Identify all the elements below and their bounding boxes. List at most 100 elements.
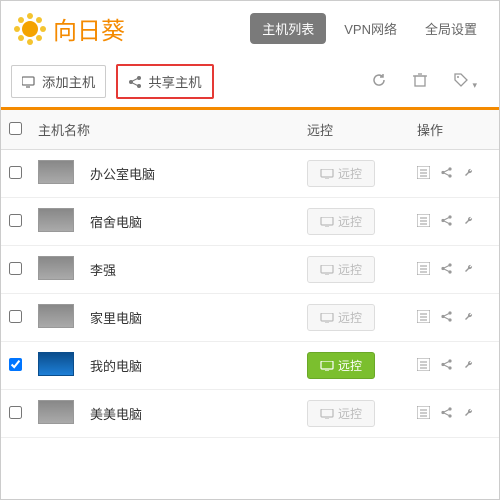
row-checkbox[interactable] xyxy=(9,166,22,179)
table-row: 美美电脑 远控 xyxy=(1,390,499,438)
row-checkbox[interactable] xyxy=(9,406,22,419)
share-button[interactable] xyxy=(440,358,453,374)
wrench-icon xyxy=(463,166,476,179)
share-icon xyxy=(440,214,453,227)
table-row: 宿舍电脑 远控 xyxy=(1,198,499,246)
tag-icon xyxy=(453,72,469,88)
app-header: 向日葵 主机列表 VPN网络 全局设置 xyxy=(1,1,499,56)
settings-button[interactable] xyxy=(463,310,476,326)
share-icon xyxy=(440,310,453,323)
host-name[interactable]: 家里电脑 xyxy=(82,294,299,342)
remote-control-button[interactable]: 远控 xyxy=(307,256,375,283)
row-ops xyxy=(417,310,491,326)
monitor-icon xyxy=(320,313,334,323)
add-host-button[interactable]: 添加主机 xyxy=(11,65,106,98)
detail-button[interactable] xyxy=(417,166,430,182)
monitor-plus-icon xyxy=(22,76,36,88)
host-thumbnail[interactable] xyxy=(38,208,74,232)
share-button[interactable] xyxy=(440,166,453,182)
list-icon xyxy=(417,262,430,275)
remote-control-button[interactable]: 远控 xyxy=(307,400,375,427)
row-checkbox[interactable] xyxy=(9,214,22,227)
app-logo: 向日葵 xyxy=(13,11,242,46)
host-thumbnail[interactable] xyxy=(38,352,74,376)
wrench-icon xyxy=(463,358,476,371)
settings-button[interactable] xyxy=(463,262,476,278)
tab-hosts[interactable]: 主机列表 xyxy=(250,13,326,44)
share-button[interactable] xyxy=(440,262,453,278)
settings-button[interactable] xyxy=(463,406,476,422)
refresh-icon xyxy=(371,72,387,88)
toolbar-right: ▾ xyxy=(367,68,489,95)
delete-button[interactable] xyxy=(409,68,431,95)
monitor-icon xyxy=(320,217,334,227)
row-checkbox[interactable] xyxy=(9,310,22,323)
host-thumbnail[interactable] xyxy=(38,304,74,328)
host-name[interactable]: 办公室电脑 xyxy=(82,150,299,198)
list-icon xyxy=(417,310,430,323)
col-ops: 操作 xyxy=(409,110,499,150)
host-name[interactable]: 宿舍电脑 xyxy=(82,198,299,246)
app-name: 向日葵 xyxy=(53,11,125,46)
remote-control-button[interactable]: 远控 xyxy=(307,160,375,187)
remote-label: 远控 xyxy=(338,165,362,182)
remote-control-button[interactable]: 远控 xyxy=(307,208,375,235)
monitor-icon xyxy=(320,361,334,371)
host-thumbnail[interactable] xyxy=(38,400,74,424)
share-icon xyxy=(440,262,453,275)
detail-button[interactable] xyxy=(417,406,430,422)
row-ops xyxy=(417,358,491,374)
share-icon xyxy=(440,406,453,419)
list-icon xyxy=(417,214,430,227)
detail-button[interactable] xyxy=(417,310,430,326)
host-name[interactable]: 我的电脑 xyxy=(82,342,299,390)
select-all-checkbox[interactable] xyxy=(9,122,22,135)
detail-button[interactable] xyxy=(417,358,430,374)
share-host-label: 共享主机 xyxy=(148,72,201,91)
add-host-label: 添加主机 xyxy=(42,72,95,91)
monitor-icon xyxy=(320,409,334,419)
remote-label: 远控 xyxy=(338,213,362,230)
row-ops xyxy=(417,166,491,182)
row-checkbox[interactable] xyxy=(9,262,22,275)
row-ops xyxy=(417,406,491,422)
row-ops xyxy=(417,262,491,278)
row-checkbox[interactable] xyxy=(9,358,22,371)
wrench-icon xyxy=(463,406,476,419)
monitor-icon xyxy=(320,169,334,179)
host-name[interactable]: 美美电脑 xyxy=(82,390,299,438)
remote-control-button[interactable]: 远控 xyxy=(307,352,375,379)
toolbar: 添加主机 共享主机 ▾ xyxy=(1,56,499,107)
share-button[interactable] xyxy=(440,310,453,326)
tag-button[interactable]: ▾ xyxy=(449,68,481,95)
host-table: 主机名称 远控 操作 办公室电脑远控宿舍电脑远控李强远控家里电脑远控我的电脑远控… xyxy=(1,110,499,438)
host-thumbnail[interactable] xyxy=(38,160,74,184)
tab-settings[interactable]: 全局设置 xyxy=(415,13,487,44)
sunflower-icon xyxy=(13,12,47,46)
tab-vpn[interactable]: VPN网络 xyxy=(334,13,407,44)
remote-label: 远控 xyxy=(338,261,362,278)
wrench-icon xyxy=(463,262,476,275)
table-row: 家里电脑远控 xyxy=(1,294,499,342)
settings-button[interactable] xyxy=(463,166,476,182)
host-name[interactable]: 李强 xyxy=(82,246,299,294)
col-remote: 远控 xyxy=(299,110,409,150)
detail-button[interactable] xyxy=(417,214,430,230)
share-icon xyxy=(128,75,142,89)
share-button[interactable] xyxy=(440,406,453,422)
settings-button[interactable] xyxy=(463,358,476,374)
row-ops xyxy=(417,214,491,230)
monitor-icon xyxy=(320,265,334,275)
host-thumbnail[interactable] xyxy=(38,256,74,280)
table-row: 我的电脑远控 xyxy=(1,342,499,390)
share-icon xyxy=(440,166,453,179)
detail-button[interactable] xyxy=(417,262,430,278)
settings-button[interactable] xyxy=(463,214,476,230)
table-row: 李强 远控 xyxy=(1,246,499,294)
remote-label: 远控 xyxy=(338,405,362,422)
list-icon xyxy=(417,166,430,179)
refresh-button[interactable] xyxy=(367,68,391,95)
share-button[interactable] xyxy=(440,214,453,230)
share-host-button[interactable]: 共享主机 xyxy=(116,64,213,99)
remote-control-button[interactable]: 远控 xyxy=(307,304,375,331)
